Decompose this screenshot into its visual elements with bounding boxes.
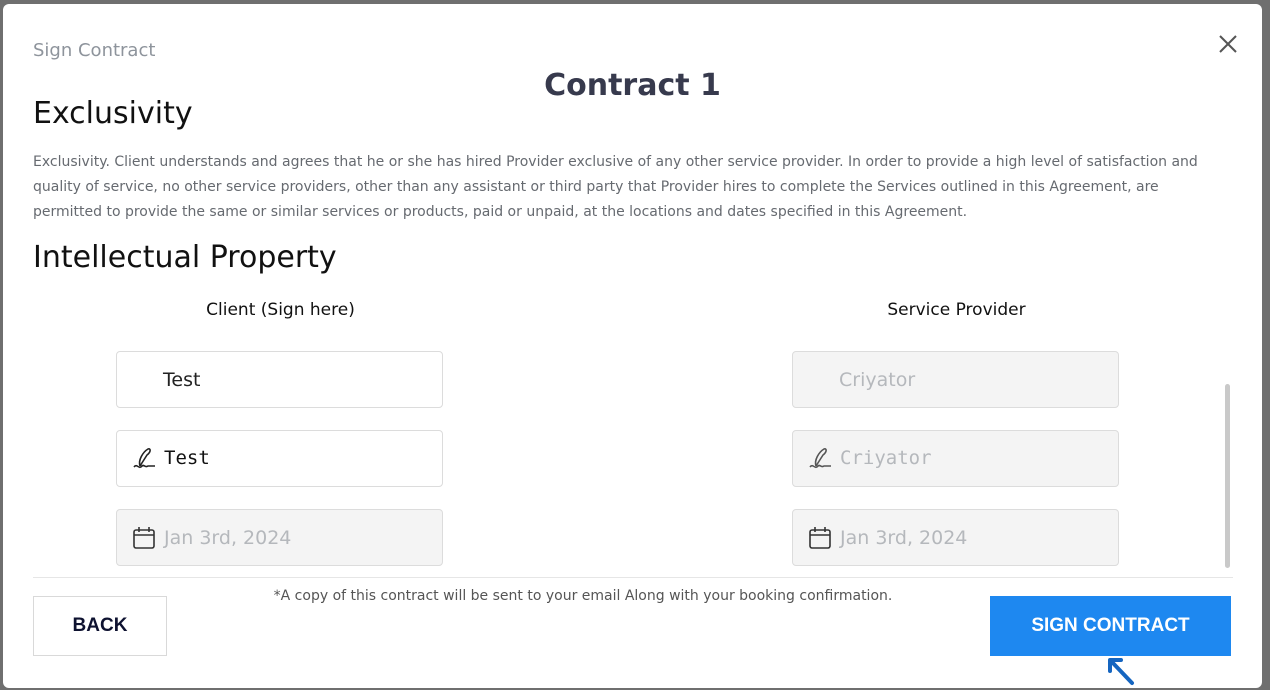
section-body-exclusivity: Exclusivity. Client understands and agre… — [33, 154, 1198, 220]
signature-pen-icon — [809, 448, 831, 469]
client-column-label: Client (Sign here) — [206, 300, 355, 320]
footer-divider — [33, 577, 1233, 578]
provider-signature-value: Criyator — [840, 447, 932, 469]
client-date-value: Jan 3rd, 2024 — [164, 527, 292, 549]
client-name-input[interactable]: Test — [116, 351, 443, 408]
provider-signature-field: Criyator — [792, 430, 1119, 487]
close-button[interactable] — [1216, 32, 1240, 56]
provider-date-value: Jan 3rd, 2024 — [840, 527, 968, 549]
back-button[interactable]: BACK — [33, 596, 167, 656]
provider-name-field: Criyator — [792, 351, 1119, 408]
calendar-icon — [809, 527, 831, 549]
scrollbar-thumb[interactable] — [1225, 384, 1230, 568]
client-signature-value: Test — [164, 447, 210, 469]
modal-label: Sign Contract — [33, 40, 156, 61]
section-heading-intellectual-property: Intellectual Property — [33, 240, 337, 275]
calendar-icon — [133, 527, 155, 549]
client-name-value: Test — [163, 369, 201, 391]
close-icon — [1219, 35, 1237, 53]
provider-name-value: Criyator — [839, 369, 916, 391]
signature-pen-icon — [133, 448, 155, 469]
contract-scroll-area[interactable]: Exclusivity Exclusivity. Client understa… — [33, 94, 1233, 578]
mouse-pointer-icon — [1108, 658, 1134, 686]
provider-date-field: Jan 3rd, 2024 — [792, 509, 1119, 566]
section-heading-exclusivity: Exclusivity — [33, 96, 193, 131]
client-date-field: Jan 3rd, 2024 — [116, 509, 443, 566]
sign-contract-modal: Sign Contract Contract 1 Exclusivity Exc… — [3, 4, 1262, 688]
provider-column-label: Service Provider — [887, 300, 1026, 320]
email-copy-note: *A copy of this contract will be sent to… — [273, 588, 893, 604]
sign-contract-button[interactable]: SIGN CONTRACT — [990, 596, 1231, 656]
client-signature-input[interactable]: Test — [116, 430, 443, 487]
